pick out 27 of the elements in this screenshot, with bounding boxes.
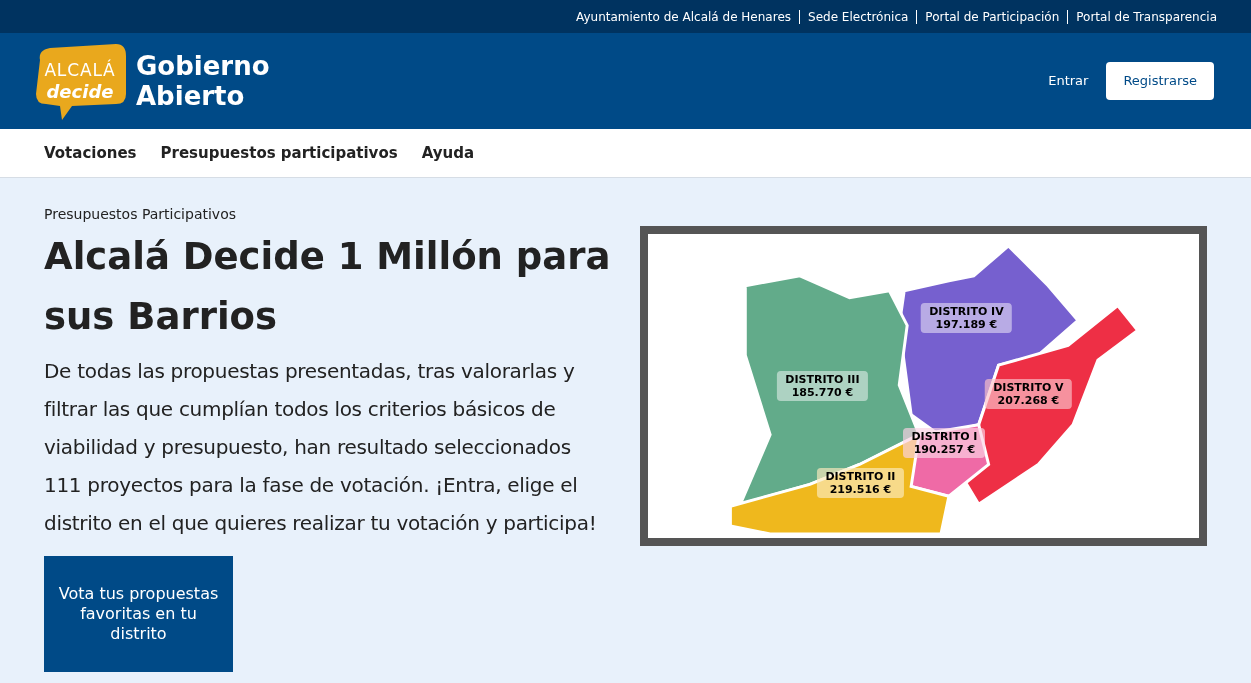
district-name: DISTRITO V xyxy=(993,381,1064,394)
register-button[interactable]: Registrarse xyxy=(1106,62,1214,100)
district-amount: 219.516 € xyxy=(828,483,893,496)
site-title: Gobierno xyxy=(136,51,270,81)
top-link[interactable]: Ayuntamiento de Alcalá de Henares xyxy=(576,7,791,26)
site-title: Abierto xyxy=(136,81,246,111)
page-title: Alcalá Decide 1 Millón para sus Barrios xyxy=(44,234,612,340)
district-name: DISTRITO I xyxy=(911,430,978,443)
district-name: DISTRITO III xyxy=(785,373,860,386)
top-link[interactable]: Portal de Transparencia xyxy=(1076,7,1217,26)
district-name: DISTRITO II xyxy=(825,470,896,483)
top-link[interactable]: Sede Electrónica xyxy=(808,7,909,26)
logo-text: ALCALÁ xyxy=(44,61,116,79)
district-amount: 197.189 € xyxy=(934,318,999,331)
nav-link[interactable]: Presupuestos participativos xyxy=(160,141,398,165)
nav-link[interactable]: Ayuda xyxy=(421,141,474,165)
vote-button[interactable]: Vota tus propuestas favoritas en tu distrito xyxy=(44,556,233,672)
district-name: DISTRITO IV xyxy=(929,305,1004,318)
breadcrumb: Presupuestos Participativos xyxy=(44,205,237,224)
district-amount: 185.770 € xyxy=(790,386,855,399)
district-amount: 190.257 € xyxy=(912,443,977,456)
description: De todas las propuestas presentadas, tras valorarlas y filtrar las que cumplían todos los criterios básicos de viabilidad y presupuesto, han resultado seleccionados 111 proyectos para la fase de votación. ¡Entra, elige el distrito en el que quieres realizar tu votación y participa! xyxy=(44,358,598,537)
login-link[interactable]: Entrar xyxy=(1048,71,1089,91)
logo-text: decide xyxy=(46,82,114,101)
district-amount: 207.268 € xyxy=(996,394,1061,407)
top-link[interactable]: Portal de Participación xyxy=(925,7,1060,26)
nav-link[interactable]: Votaciones xyxy=(44,141,137,165)
